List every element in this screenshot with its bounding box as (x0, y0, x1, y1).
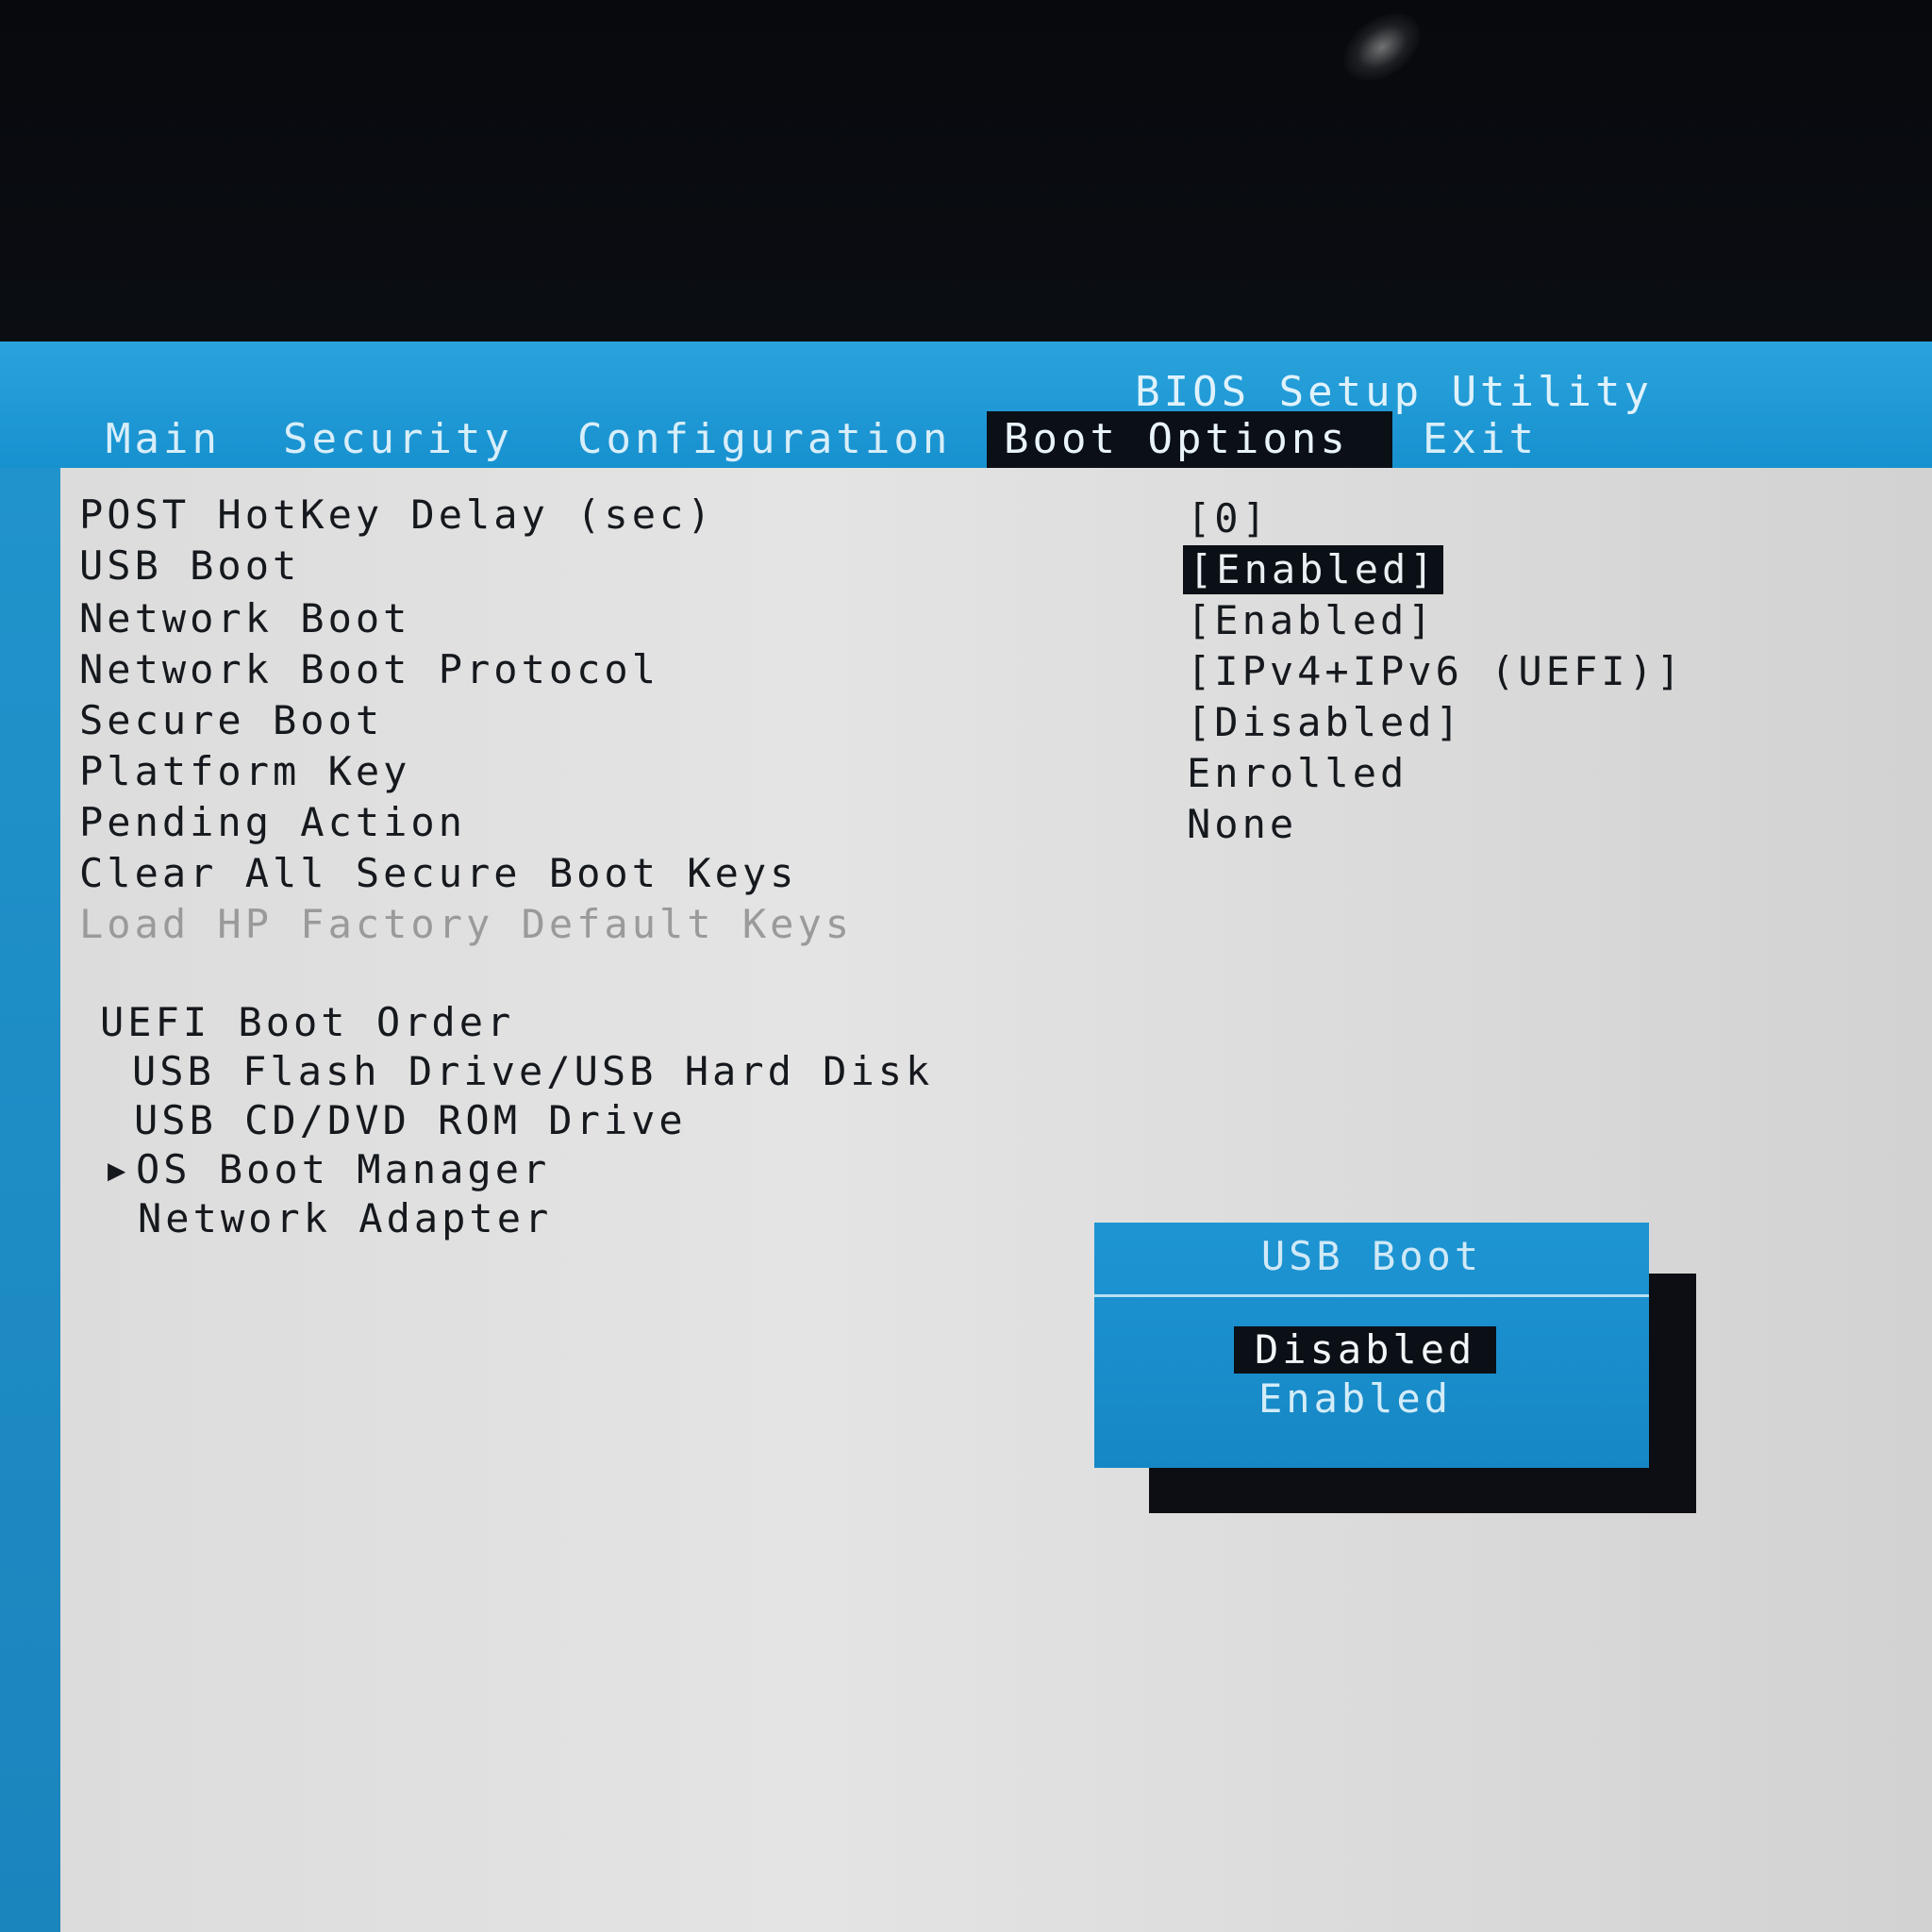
setting-pending-action-value: None (1187, 801, 1298, 847)
boot-order-title: UEFI Boot Order (100, 999, 515, 1045)
left-border-strip (0, 468, 60, 1932)
tab-main[interactable]: Main (89, 411, 238, 468)
popup-option-enabled[interactable]: Enabled (1258, 1375, 1452, 1423)
setting-usb-boot-label[interactable]: USB Boot (79, 541, 300, 591)
expand-arrow-icon: ▶ (108, 1152, 126, 1188)
tab-boot-options[interactable]: Boot Options (987, 411, 1392, 468)
boot-order-item-usb-cd-dvd[interactable]: USB CD/DVD ROM Drive (134, 1096, 687, 1145)
menu-tabs: Main Security Configuration Boot Options… (0, 411, 1932, 468)
screen-glare (1330, 0, 1434, 95)
setting-network-boot-protocol-label[interactable]: Network Boot Protocol (79, 645, 659, 694)
popup-option-disabled[interactable]: Disabled (1234, 1326, 1497, 1374)
bios-screen: BIOS Setup Utility Main Security Configu… (0, 341, 1932, 1932)
setting-secure-boot-label[interactable]: Secure Boot (79, 696, 383, 745)
setting-post-hotkey-delay-value[interactable]: [0] (1187, 494, 1270, 543)
setting-network-boot-protocol-value[interactable]: [IPv4+IPv6 (UEFI)] (1187, 647, 1684, 696)
popup-divider (1094, 1294, 1649, 1297)
setting-pending-action-label: Pending Action (79, 799, 467, 845)
action-clear-secure-boot-keys[interactable]: Clear All Secure Boot Keys (79, 849, 797, 898)
tab-security[interactable]: Security (266, 411, 530, 468)
tab-exit[interactable]: Exit (1406, 411, 1555, 468)
setting-post-hotkey-delay-label[interactable]: POST HotKey Delay (sec) (79, 491, 715, 540)
boot-order-item-network-adapter[interactable]: Network Adapter (138, 1194, 552, 1243)
photo-scene: BIOS Setup Utility Main Security Configu… (0, 0, 1932, 1932)
utility-title: BIOS Setup Utility (1135, 368, 1653, 416)
action-load-hp-factory-keys: Load HP Factory Default Keys (79, 901, 854, 947)
setting-network-boot-label[interactable]: Network Boot (79, 594, 410, 643)
boot-order-item-usb-flash[interactable]: USB Flash Drive/USB Hard Disk (132, 1047, 933, 1096)
usb-boot-popup: USB Boot Disabled Enabled (1094, 1223, 1649, 1468)
setting-network-boot-value[interactable]: [Enabled] (1187, 596, 1436, 645)
setting-usb-boot-value[interactable]: [Enabled] (1183, 545, 1443, 594)
settings-panel: POST HotKey Delay (sec) [0] USB Boot [En… (60, 468, 1932, 1932)
setting-platform-key-label: Platform Key (79, 748, 411, 794)
boot-order-item-label: OS Boot Manager (136, 1146, 551, 1192)
boot-order-item-os-boot-manager[interactable]: ▶ OS Boot Manager (60, 1145, 909, 1194)
setting-platform-key-value: Enrolled (1187, 750, 1408, 796)
popup-title: USB Boot (1260, 1233, 1483, 1279)
setting-secure-boot-value[interactable]: [Disabled] (1187, 698, 1463, 747)
bios-header: BIOS Setup Utility Main Security Configu… (0, 341, 1932, 468)
tab-configuration[interactable]: Configuration (560, 411, 968, 468)
